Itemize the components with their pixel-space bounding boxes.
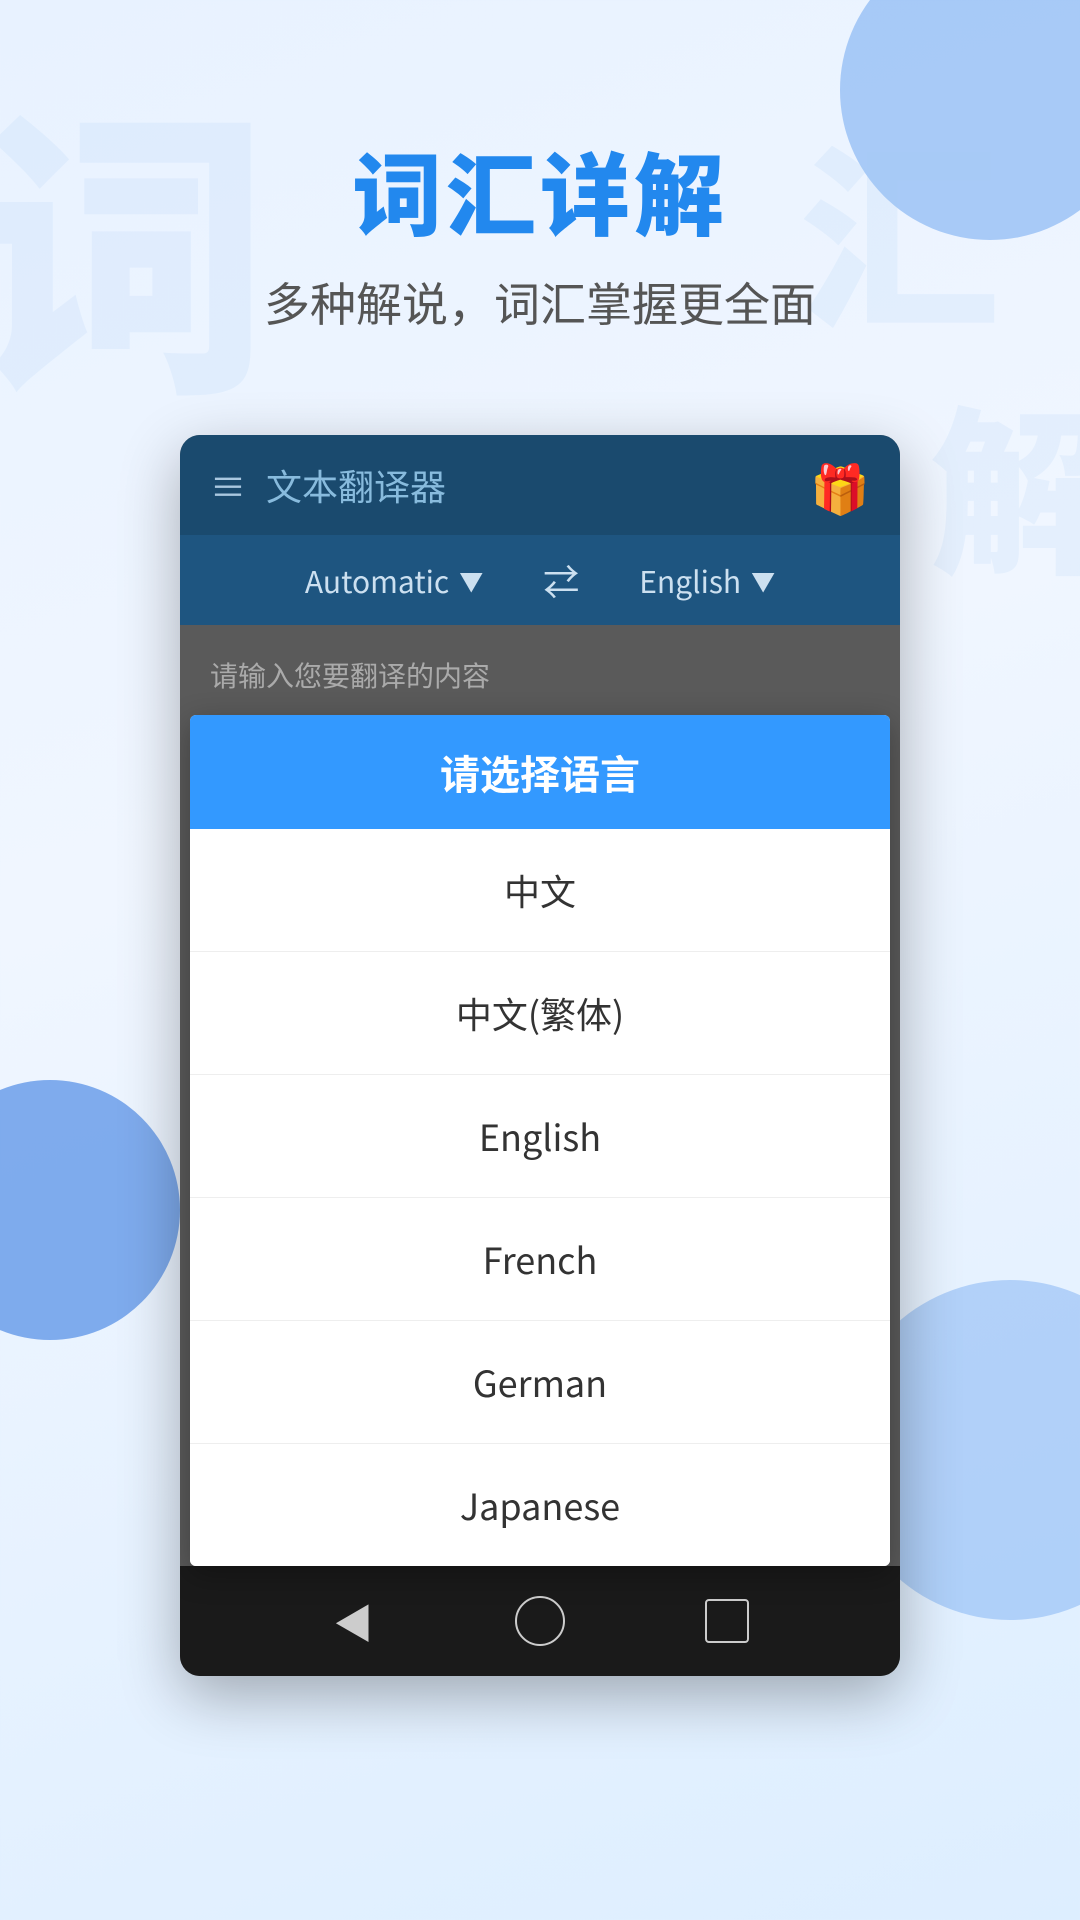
language-option-zh-label: 中文	[504, 864, 576, 916]
language-option-zh-tw[interactable]: 中文(繁体)	[190, 952, 890, 1075]
gift-icon[interactable]: 🎁	[810, 450, 870, 520]
language-option-fr-label: French	[483, 1233, 598, 1285]
nav-home-button[interactable]	[510, 1591, 570, 1651]
language-option-ja[interactable]: Japanese	[190, 1444, 890, 1566]
language-bar: Automatic ▼ ⇄ English ▼	[180, 535, 900, 625]
language-option-de-label: German	[473, 1356, 607, 1408]
page-header: 词汇详解 多种解说，词汇掌握更全面	[0, 0, 1080, 395]
page-title: 词汇详解	[0, 140, 1080, 239]
nav-recent-button[interactable]	[697, 1591, 757, 1651]
bottom-nav: ◀	[180, 1566, 900, 1676]
language-option-ja-label: Japanese	[460, 1479, 620, 1531]
language-option-en[interactable]: English	[190, 1075, 890, 1198]
dialog-header: 请选择语言	[190, 715, 890, 829]
app-content: 请输入您要翻译的内容 请选择语言 中文 中文(繁体) English Frenc…	[180, 625, 900, 1566]
nav-back-button[interactable]: ◀	[323, 1591, 383, 1651]
input-placeholder: 请输入您要翻译的内容	[180, 625, 900, 715]
language-option-en-label: English	[479, 1110, 601, 1162]
language-option-zh[interactable]: 中文	[190, 829, 890, 952]
target-language-selector[interactable]: English ▼	[639, 558, 775, 602]
swap-languages-button[interactable]: ⇄	[543, 554, 579, 606]
target-language-label: English	[639, 558, 741, 602]
source-language-label: Automatic	[305, 558, 449, 602]
bg-decoration-bottom-left	[0, 1080, 180, 1340]
language-dialog: 请选择语言 中文 中文(繁体) English French German	[190, 715, 890, 1566]
language-option-de[interactable]: German	[190, 1321, 890, 1444]
dialog-title: 请选择语言	[220, 743, 860, 801]
language-option-zh-tw-label: 中文(繁体)	[456, 987, 624, 1039]
language-option-fr[interactable]: French	[190, 1198, 890, 1321]
app-toolbar: ≡ 文本翻译器 🎁	[180, 435, 900, 535]
app-title: 文本翻译器	[266, 459, 810, 511]
source-language-chevron: ▼	[459, 563, 483, 598]
target-language-chevron: ▼	[751, 563, 775, 598]
app-mockup: ≡ 文本翻译器 🎁 Automatic ▼ ⇄ English ▼ 请输入您要翻…	[180, 435, 900, 1676]
dialog-body: 中文 中文(繁体) English French German Japanese	[190, 829, 890, 1566]
page-subtitle: 多种解说，词汇掌握更全面	[0, 269, 1080, 335]
nav-recent-square	[705, 1599, 749, 1643]
source-language-selector[interactable]: Automatic ▼	[305, 558, 483, 602]
menu-icon[interactable]: ≡	[210, 459, 246, 511]
nav-home-circle	[515, 1596, 565, 1646]
